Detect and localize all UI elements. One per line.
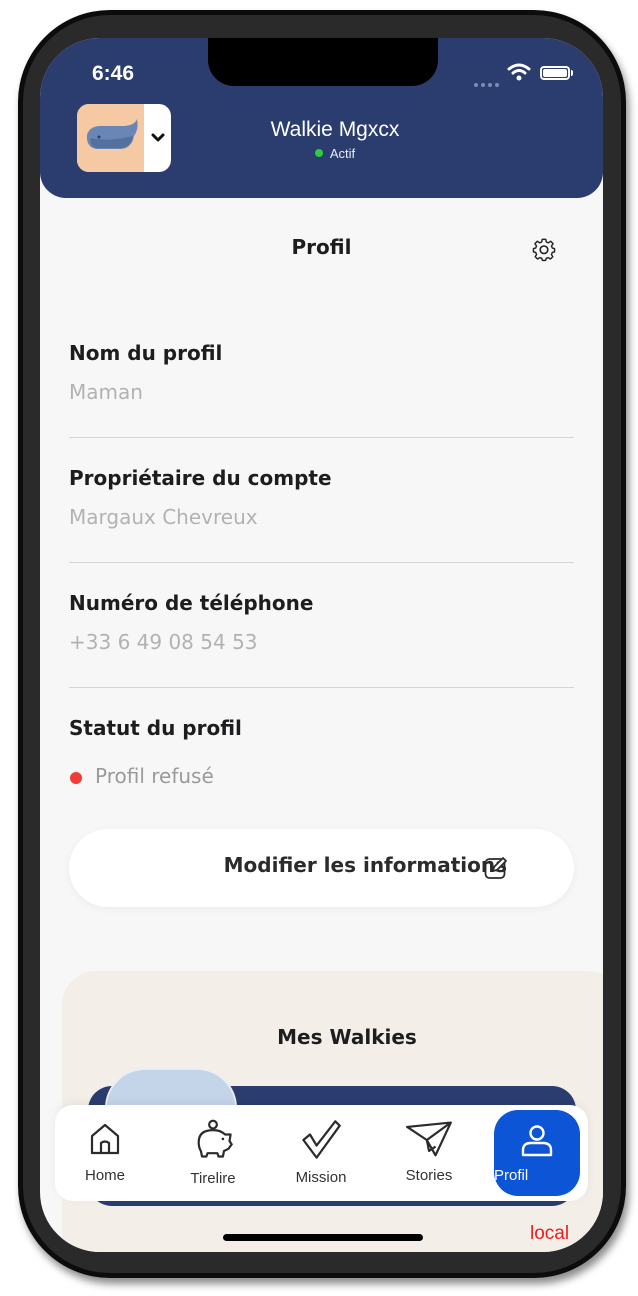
- piggy-bank-icon: [197, 1119, 233, 1158]
- tab-stories[interactable]: Stories: [379, 1105, 479, 1201]
- phone-number-label: Numéro de téléphone: [69, 591, 314, 615]
- my-walkies-title: Mes Walkies: [277, 1025, 417, 1049]
- user-icon: [521, 1125, 553, 1157]
- app-screen: 6:46 Walkie Mgxcx Actif Profil Nom du pr…: [40, 38, 603, 1252]
- status-time: 6:46: [92, 62, 135, 85]
- bottom-tab-bar: Home Tirelire Mission Stories Profil: [55, 1105, 588, 1201]
- whale-icon: [87, 119, 138, 149]
- environment-label: local: [530, 1223, 570, 1244]
- divider: [69, 562, 574, 563]
- walkie-avatar: [77, 104, 144, 172]
- status-refused-dot: [70, 772, 82, 784]
- camera-notch: [208, 38, 438, 86]
- chevron-down-icon: [151, 133, 165, 142]
- paper-plane-icon: [406, 1121, 452, 1157]
- profile-name-label: Nom du profil: [69, 341, 223, 365]
- phone-number-value: +33 6 49 08 54 53: [69, 630, 258, 654]
- checkmark-icon: [302, 1120, 341, 1159]
- edit-info-button[interactable]: Modifier les informations: [69, 829, 574, 907]
- wifi-icon: [507, 63, 531, 81]
- edit-icon: [484, 857, 507, 879]
- divider: [69, 687, 574, 688]
- tab-profil-label: Profil: [494, 1167, 529, 1184]
- account-owner-label: Propriétaire du compte: [69, 466, 332, 490]
- tab-stories-label: Stories: [405, 1167, 453, 1184]
- device-status: Actif: [230, 146, 440, 161]
- signal-icon: [474, 72, 506, 87]
- tab-home-label: Home: [84, 1167, 125, 1184]
- profile-status-value: Profil refusé: [95, 764, 214, 788]
- tab-tirelire[interactable]: Tirelire: [163, 1105, 263, 1201]
- device-name: Walkie Mgxcx: [270, 118, 400, 141]
- tab-mission[interactable]: Mission: [271, 1105, 371, 1201]
- profile-status-label: Statut du profil: [69, 716, 242, 740]
- device-switcher-button[interactable]: [77, 104, 171, 172]
- page-title: Profil: [291, 235, 352, 259]
- status-online-dot: [314, 149, 323, 157]
- tab-home[interactable]: Home: [55, 1105, 155, 1201]
- home-indicator: [223, 1234, 423, 1241]
- tab-tirelire-label: Tirelire: [190, 1170, 236, 1187]
- profile-name-value: Maman: [69, 380, 143, 404]
- account-owner-value: Margaux Chevreux: [69, 505, 258, 529]
- tab-mission-label: Mission: [295, 1169, 347, 1186]
- battery-icon: [540, 66, 570, 80]
- gear-icon[interactable]: [531, 236, 557, 262]
- battery-nub: [571, 70, 573, 76]
- home-icon: [90, 1123, 120, 1155]
- edit-info-label: Modifier les informations: [223, 853, 507, 877]
- device-status-label: Actif: [329, 146, 356, 161]
- tab-profil[interactable]: Profil: [494, 1110, 580, 1196]
- divider: [69, 437, 574, 438]
